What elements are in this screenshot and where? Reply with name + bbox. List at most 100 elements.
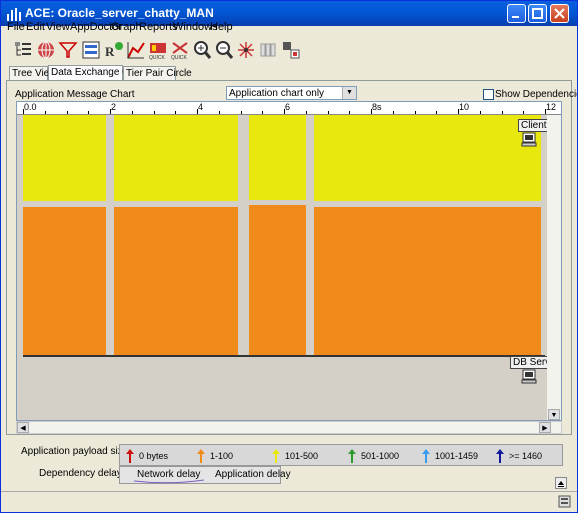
ruler-tick: [44, 111, 46, 114]
chart-plot-area: [17, 115, 547, 420]
ruler-label: 6: [285, 102, 291, 112]
menu-graph[interactable]: Graph: [111, 21, 142, 33]
dependency-delays-label: Dependency delays:: [39, 468, 130, 479]
time-ruler: 0.0 2 4 6 8s 10 12: [17, 102, 561, 115]
svg-text:QUICK: QUICK: [149, 55, 166, 60]
vertical-scrollbar[interactable]: ▼: [547, 115, 561, 420]
chart-bar-lower[interactable]: [114, 207, 239, 355]
chart-bar-lower[interactable]: [314, 207, 541, 355]
zoom-out-icon[interactable]: [214, 40, 234, 60]
menu-view[interactable]: View: [46, 21, 70, 33]
chart-bar-upper[interactable]: [314, 115, 541, 201]
ruler-tick: [305, 111, 307, 114]
globe-icon[interactable]: [36, 40, 56, 60]
spider-icon[interactable]: [236, 40, 256, 60]
scroll-down-icon[interactable]: ▼: [548, 409, 560, 420]
ruler-tick: [153, 111, 155, 114]
export-icon[interactable]: [281, 40, 301, 60]
ruler-tick: [523, 111, 525, 114]
ruler-tick: [479, 111, 481, 114]
filter-icon[interactable]: [58, 40, 78, 60]
minimize-icon: [512, 16, 519, 18]
payload-legend-item: 1001-1459: [422, 448, 478, 464]
network-delay-swatch: [134, 479, 204, 484]
payload-legend-label: >= 1460: [509, 451, 543, 461]
payload-legend: 0 bytes 1-100 101-500 501-1000 1001-1459 >= 1…: [119, 444, 563, 466]
payload-legend-label: 0 bytes: [139, 451, 169, 461]
svg-text:R: R: [105, 44, 115, 59]
ruler-label: 8s: [372, 102, 382, 112]
quick-chart-icon[interactable]: QUICK: [148, 40, 168, 60]
payload-legend-label: 101-500: [285, 451, 319, 461]
ruler-label: 0.0: [24, 102, 37, 112]
ruler-label: 2: [111, 102, 117, 112]
ruler-tick: [218, 111, 220, 114]
ruler-tick: [88, 111, 90, 114]
chart-bar-lower[interactable]: [23, 207, 106, 355]
ruler-tick: [414, 111, 416, 114]
ruler-tick: [327, 111, 329, 114]
payload-legend-item: 0 bytes: [126, 448, 168, 464]
horizontal-scrollbar[interactable]: ◀ ▶: [16, 421, 562, 434]
appdoctor-rx-icon[interactable]: R: [104, 40, 124, 60]
arrow-up-icon: [422, 449, 430, 463]
chart-bar-upper[interactable]: [249, 115, 306, 200]
close-icon: [554, 8, 565, 19]
payload-legend-item: 101-500: [272, 448, 318, 464]
ruler-tick: [131, 111, 133, 114]
payload-legend-item: >= 1460: [496, 448, 542, 464]
menu-reports[interactable]: Reports: [139, 21, 178, 33]
tab-data-exchange-chart[interactable]: Data Exchange Chart: [48, 65, 147, 81]
chart-mode-value: Application chart only: [229, 88, 325, 99]
collapse-panel-icon[interactable]: [555, 477, 567, 489]
arrow-up-icon: [126, 449, 134, 463]
zoom-in-icon[interactable]: [192, 40, 212, 60]
menu-edit[interactable]: Edit: [26, 21, 45, 33]
client-computer-icon: [521, 132, 537, 147]
toolbar: R QUICK QUICK: [1, 37, 577, 61]
chart-bar-upper[interactable]: [23, 115, 106, 201]
chart-bar-upper[interactable]: [114, 115, 239, 201]
payload-legend-label: 1-100: [210, 451, 234, 461]
window-title: ACE: Oracle_server_chatty_MAN: [25, 6, 214, 20]
tree-view-icon[interactable]: [13, 40, 33, 60]
menu-help[interactable]: Help: [210, 21, 233, 33]
maximize-icon: [532, 8, 543, 19]
arrow-up-icon: [348, 449, 356, 463]
ruler-tick: [392, 111, 394, 114]
payload-legend-label: 501-1000: [361, 451, 400, 461]
ruler-tick: [501, 111, 503, 114]
scroll-left-icon[interactable]: ◀: [17, 422, 29, 433]
server-computer-icon: [521, 369, 537, 384]
ruler-tick: [240, 111, 242, 114]
menu-file[interactable]: File: [7, 21, 25, 33]
menu-bar: File Edit View AppDoctor Graph Reports W…: [1, 21, 577, 35]
ruler-label: 10: [459, 102, 470, 112]
tiers-icon[interactable]: [81, 40, 101, 60]
payload-size-label: Application payload size:: [21, 446, 132, 457]
status-bar: [1, 491, 577, 512]
payload-legend-label: 1001-1459: [435, 451, 479, 461]
ruler-tick: [175, 111, 177, 114]
scroll-right-icon[interactable]: ▶: [539, 422, 551, 433]
tiles-icon[interactable]: [258, 40, 278, 60]
tab-tier-pair-circle[interactable]: Tier Pair Circle: [123, 66, 192, 80]
ruler-tick: [436, 111, 438, 114]
chart-mode-select[interactable]: Application chart only ▼: [226, 86, 357, 100]
data-exchange-chart[interactable]: 0.0 2 4 6 8s 10 12 Client DB Server ▼: [16, 101, 562, 421]
chart-icon[interactable]: [126, 40, 146, 60]
arrow-up-icon: [496, 449, 504, 463]
show-dependencies-checkbox[interactable]: [483, 89, 494, 100]
quick-chart-2-icon[interactable]: QUICK: [170, 40, 190, 60]
arrow-up-icon: [272, 449, 280, 463]
server-baseline: [23, 355, 545, 357]
tab-tree-view[interactable]: Tree View: [9, 66, 56, 80]
tab-strip: Tree View Data Exchange Chart Tier Pair …: [1, 65, 577, 81]
ruler-label: 4: [198, 102, 204, 112]
chevron-down-icon: ▼: [342, 87, 356, 99]
status-indicator-icon: [558, 495, 571, 508]
payload-legend-item: 1-100: [197, 448, 233, 464]
application-delay-label: Application delay: [215, 469, 291, 480]
chart-bar-lower[interactable]: [249, 205, 306, 355]
payload-legend-item: 501-1000: [348, 448, 399, 464]
